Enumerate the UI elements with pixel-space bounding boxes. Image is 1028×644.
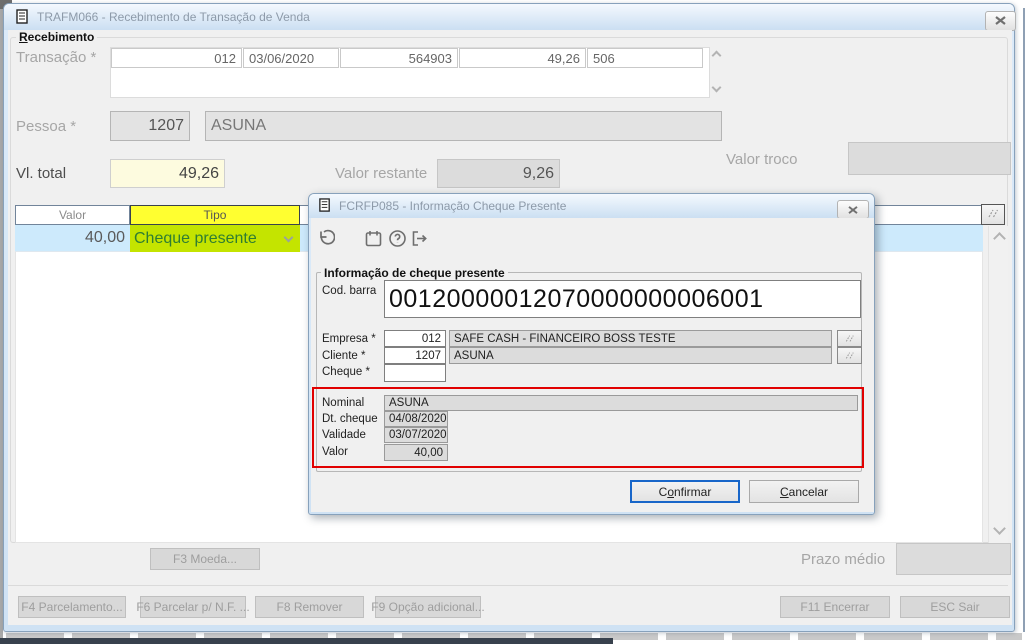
transacao-data-field[interactable]: 03/06/2020	[243, 48, 339, 68]
tipo-dropdown-icon[interactable]	[283, 232, 294, 242]
f3-moeda-button[interactable]: F3 Moeda...	[150, 548, 260, 570]
dialog-close-button[interactable]	[837, 200, 869, 219]
grid-filter-button[interactable]	[981, 204, 1005, 225]
slashes-icon	[844, 347, 856, 365]
main-close-button[interactable]	[985, 11, 1016, 31]
scrollbar-up-icon[interactable]	[993, 232, 1006, 245]
vl-total-field: 49,26	[110, 159, 225, 188]
annotation-red-box	[312, 387, 864, 468]
confirmar-hotkey: o	[667, 484, 674, 499]
grid-row-tipo-cell[interactable]: Cheque presente	[130, 225, 300, 252]
screen: TRAFM066 - Recebimento de Transação de V…	[0, 0, 1028, 644]
transacao-empresa-field[interactable]: 012	[111, 48, 242, 68]
grid-header-tipo[interactable]: Tipo	[130, 205, 300, 225]
main-title-bar[interactable]: TRAFM066 - Recebimento de Transação de V…	[4, 4, 1014, 30]
undo-icon[interactable]	[314, 227, 336, 249]
cancelar-button[interactable]: Cancelar	[749, 480, 859, 503]
cheque-label: Cheque *	[322, 366, 370, 378]
pessoa-name-field: ASUNA	[205, 111, 722, 141]
confirmar-text-post: nfirmar	[674, 484, 712, 499]
f11-encerrar-button[interactable]: F11 Encerrar	[780, 596, 890, 618]
grid-header-valor[interactable]: Valor	[15, 205, 130, 225]
transacao-valor-field[interactable]: 49,26	[459, 48, 586, 68]
transacao-numero-field[interactable]: 564903	[340, 48, 458, 68]
cliente-name-field: ASUNA	[449, 347, 832, 364]
prazo-medio-field	[896, 543, 1011, 575]
close-icon	[848, 201, 858, 219]
transacao-label: Transação *	[16, 49, 97, 66]
help-icon[interactable]	[386, 227, 408, 249]
cancelar-text-post: ancelar	[788, 484, 829, 499]
empresa-code-field[interactable]: 012	[384, 330, 446, 347]
main-window-title: TRAFM066 - Recebimento de Transação de V…	[37, 10, 310, 24]
grid-scrollbar[interactable]	[988, 226, 1008, 543]
empresa-name-field: SAFE CASH - FINANCEIRO BOSS TESTE	[449, 330, 832, 347]
valor-restante-field: 9,26	[437, 159, 560, 188]
prazo-medio-label: Prazo médio	[801, 551, 886, 568]
dialog-title-bar[interactable]: FCRFP085 - Informação Cheque Presente	[309, 194, 874, 218]
cheque-number-input[interactable]	[384, 364, 446, 382]
cliente-label: Cliente *	[322, 350, 366, 362]
calendar-icon[interactable]	[362, 227, 384, 249]
cliente-code-field[interactable]: 1207	[384, 347, 446, 364]
bottom-separator	[8, 585, 1008, 586]
pessoa-label: Pessoa *	[16, 118, 77, 135]
valor-restante-label: Valor restante	[335, 165, 428, 182]
f9-opcao-adicional-button[interactable]: F9 Opção adicional...	[371, 596, 485, 618]
cod-barra-label: Cod. barra	[322, 285, 377, 297]
valor-troco-label: Valor troco	[726, 151, 798, 168]
dialog-title: FCRFP085 - Informação Cheque Presente	[339, 199, 567, 213]
f4-parcelamento-button[interactable]: F4 Parcelamento...	[18, 596, 126, 618]
slashes-icon	[844, 330, 856, 348]
pessoa-code-field: 1207	[110, 111, 190, 141]
vl-total-label: Vl. total	[16, 165, 67, 182]
document-icon	[15, 9, 30, 30]
empresa-label: Empresa *	[322, 333, 376, 345]
grid-row-valor-cell[interactable]: 40,00	[15, 225, 130, 252]
exit-icon[interactable]	[408, 227, 430, 249]
background-window-edge-right	[1023, 8, 1025, 632]
transacao-serie-field[interactable]: 506	[587, 48, 703, 68]
f8-remover-button[interactable]: F8 Remover	[255, 596, 364, 618]
slashes-icon	[987, 206, 1000, 224]
cod-barra-input[interactable]: 00120000012070000000006001	[384, 280, 861, 318]
esc-sair-button[interactable]: ESC Sair	[900, 596, 1010, 618]
confirmar-text-pre: C	[658, 484, 668, 499]
recebimento-rest: ecebimento	[27, 30, 95, 44]
recebimento-group-label: Recebimento	[16, 30, 98, 44]
cancelar-hotkey: C	[779, 484, 789, 499]
scrollbar-down-icon[interactable]	[993, 522, 1006, 535]
recebimento-hotkey: R	[19, 30, 28, 44]
valor-troco-field	[848, 142, 1011, 175]
f6-parcelar-button[interactable]: F6 Parcelar p/ N.F. ...	[136, 596, 250, 618]
cheque-group-title: Informação de cheque presente	[321, 266, 508, 280]
document-icon	[318, 198, 332, 218]
grid-row-tipo-value: Cheque presente	[134, 229, 257, 247]
empresa-lookup-button[interactable]	[837, 330, 862, 347]
background-taskbar-strip	[0, 638, 613, 644]
confirmar-button[interactable]: Co nfirmar	[630, 480, 740, 503]
close-icon	[995, 12, 1006, 30]
grid-row-valor-value: 40,00	[84, 229, 125, 246]
cliente-lookup-button[interactable]	[837, 347, 862, 364]
